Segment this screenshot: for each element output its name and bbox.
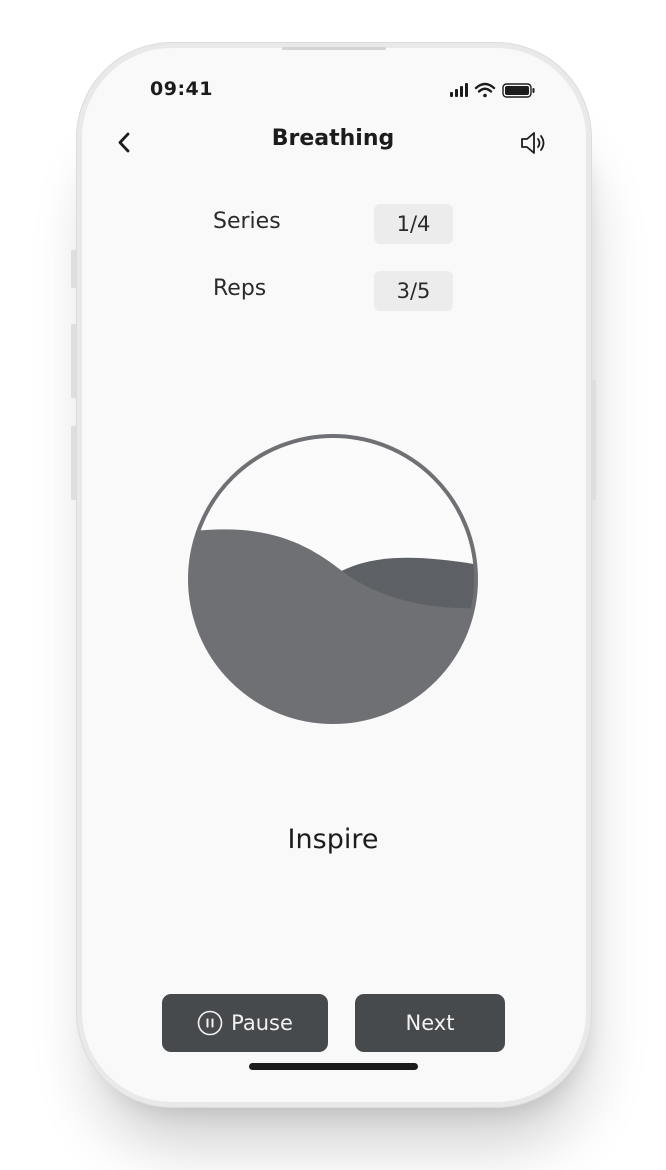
chevron-left-icon (118, 132, 130, 153)
reps-value: 3/5 (374, 271, 453, 311)
stage: 09:41 Breathing Series 1/4 Reps 3/5 Insp… (0, 0, 666, 1170)
next-button[interactable]: Next (355, 994, 505, 1052)
breath-phase-label: Inspire (287, 824, 379, 855)
reps-label: Reps (213, 276, 267, 301)
series-label: Series (213, 209, 281, 234)
home-indicator[interactable] (249, 1063, 418, 1070)
series-value: 1/4 (374, 204, 453, 244)
back-button[interactable] (110, 128, 140, 158)
pause-label: Pause (231, 1011, 293, 1035)
breathing-circle (186, 432, 480, 726)
wifi-icon (474, 82, 496, 98)
speaker-icon (521, 132, 545, 154)
signal-icon (450, 83, 468, 97)
next-label: Next (405, 1011, 455, 1035)
status-time: 09:41 (150, 78, 213, 100)
earpiece (282, 47, 386, 50)
page-title: Breathing (271, 126, 395, 151)
sound-button[interactable] (518, 128, 552, 158)
pause-circle-icon (197, 1010, 223, 1036)
status-icons (448, 80, 538, 100)
pause-button[interactable]: Pause (162, 994, 328, 1052)
battery-icon (502, 83, 535, 98)
